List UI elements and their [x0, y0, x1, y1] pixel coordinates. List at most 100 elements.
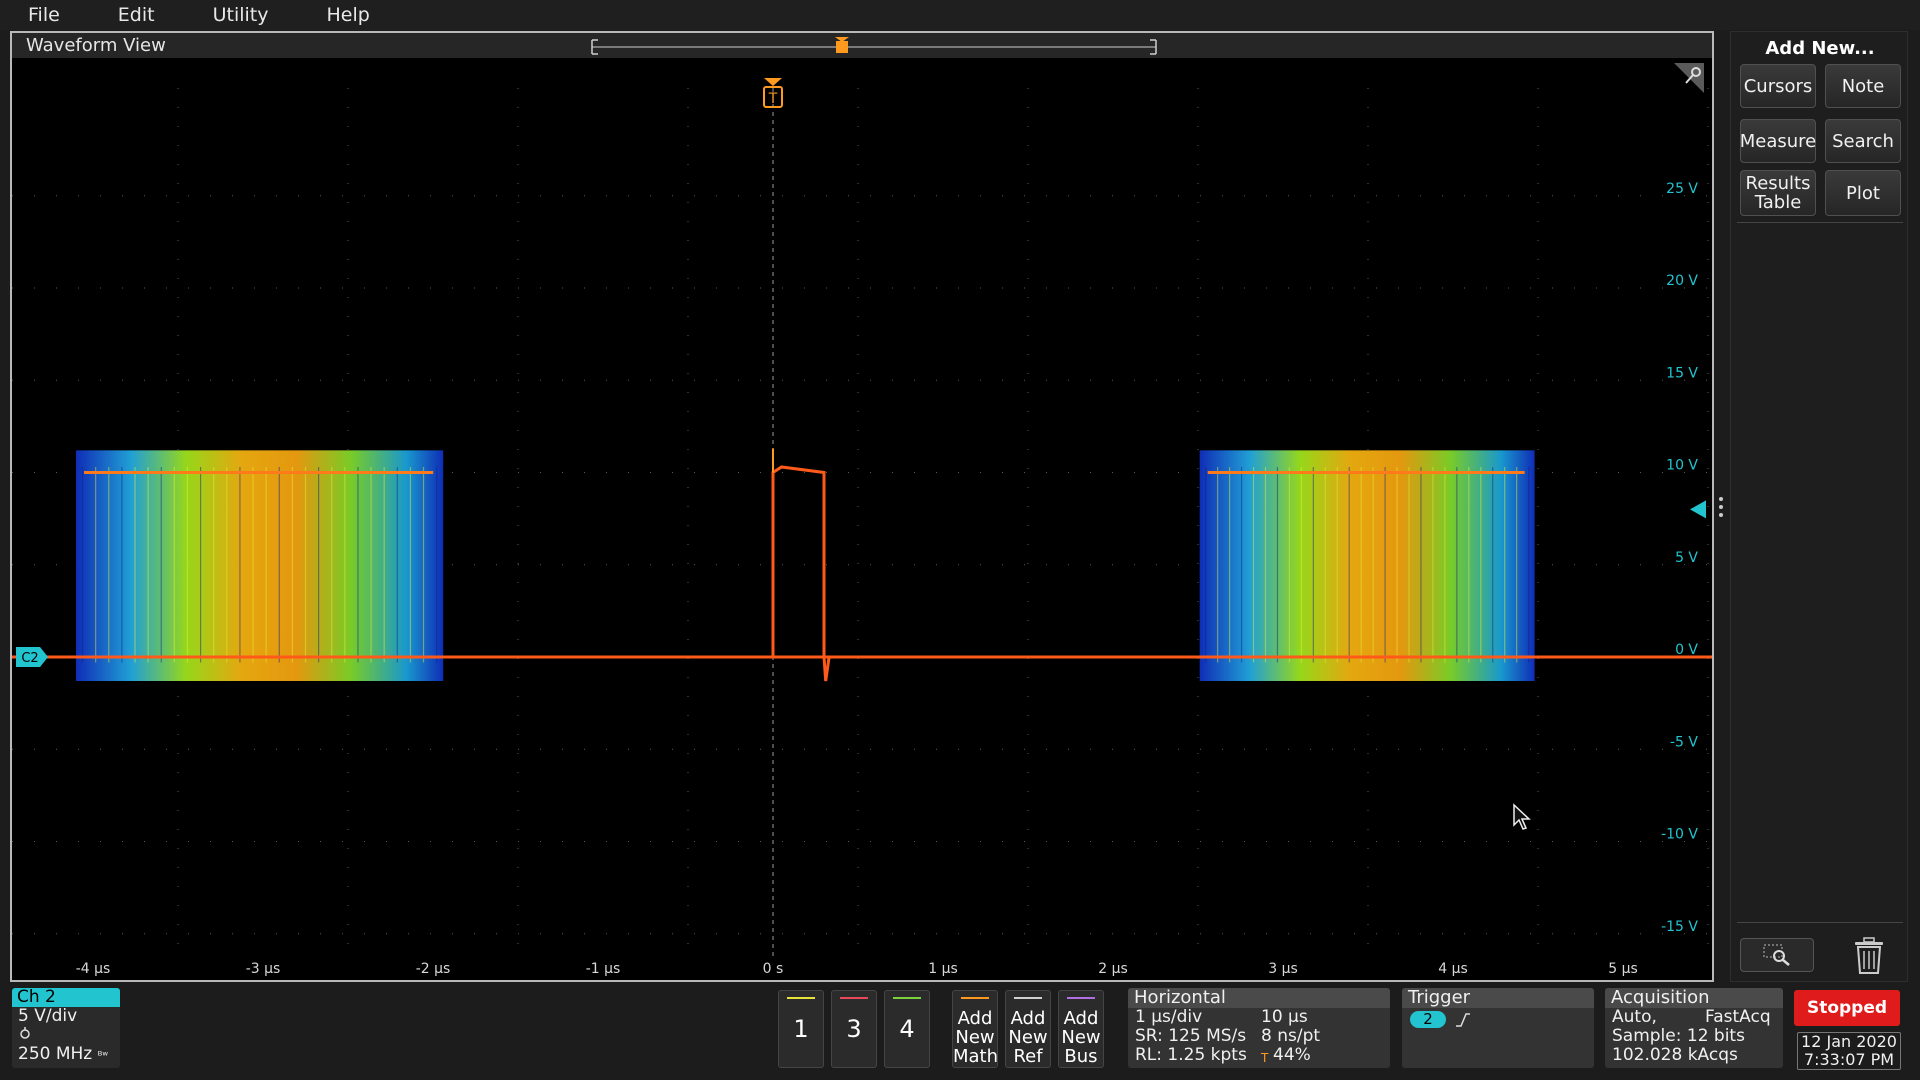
bus-color-bar [1067, 997, 1095, 999]
add-bus-line2: New [1061, 1027, 1101, 1048]
sample-rate: SR: 125 MS/s [1135, 1026, 1247, 1046]
x-tick-label: 1 µs [928, 961, 958, 977]
bandwidth-limit-icon: ᴮʷ [97, 1049, 109, 1062]
note-button[interactable]: Note [1825, 64, 1901, 108]
channel-1-label: 1 [793, 1015, 809, 1043]
trigger-marker-label: T [768, 91, 778, 107]
y-tick-label: 20 V [1666, 273, 1698, 289]
waveform-view[interactable]: Waveform View 25 V 20 V 15 V 10 V 5 V 0 V -5 V… [10, 31, 1723, 982]
y-tick-label: -15 V [1661, 919, 1698, 935]
x-tick-label: 4 µs [1438, 961, 1468, 977]
y-tick-label: -10 V [1661, 827, 1698, 843]
menu-help[interactable]: Help [314, 4, 381, 26]
x-tick-label: -3 µs [246, 961, 281, 977]
add-new-panel: Add New... Cursors Note Measure Search R… [1730, 31, 1908, 982]
rising-edge-icon [1456, 1013, 1470, 1027]
horizontal-badge[interactable]: Horizontal 1 µs/div 10 µs SR: 125 MS/s 8… [1128, 988, 1390, 1068]
time: 7:33:07 PM [1803, 1050, 1895, 1069]
acquisition-type: FastAcq [1705, 1007, 1771, 1027]
y-tick-label: 0 V [1675, 642, 1698, 658]
panel-resize-handle[interactable] [1718, 495, 1724, 523]
menu-utility[interactable]: Utility [201, 4, 281, 26]
add-ref-line2: New [1008, 1027, 1048, 1048]
horizontal-scale: 1 µs/div [1135, 1007, 1203, 1027]
probe-icon [12, 1026, 120, 1045]
math-color-bar [961, 997, 989, 999]
delete-button[interactable] [1845, 934, 1893, 978]
run-stop-button[interactable]: Stopped [1794, 990, 1900, 1026]
y-tick-label: 25 V [1666, 181, 1698, 197]
menu-bar: File Edit Utility Help [0, 0, 1920, 30]
zoom-button[interactable] [1740, 938, 1814, 972]
trigger-badge[interactable]: Trigger 2 [1402, 988, 1594, 1068]
horizontal-position: 10 µs [1261, 1007, 1308, 1027]
signal-bursts [76, 450, 1535, 681]
acquisition-badge[interactable]: Acquisition Auto, FastAcq Sample: 12 bit… [1605, 988, 1783, 1068]
menu-edit[interactable]: Edit [106, 4, 167, 26]
record-length: RL: 1.25 kpts [1135, 1045, 1247, 1065]
x-axis-labels: -4 µs -3 µs -2 µs -1 µs 0 s 1 µs 2 µs 3 µs 4 µs 5… [76, 961, 1638, 977]
add-new-bus-button[interactable]: Add New Bus [1058, 990, 1104, 1068]
trigger-marker-arrow [764, 78, 782, 86]
trash-icon [1855, 937, 1883, 974]
side-divider [1737, 222, 1903, 223]
add-math-line3: Math [953, 1046, 999, 1067]
results-table-button[interactable]: Results Table [1740, 170, 1816, 216]
zoom-icon [1763, 944, 1790, 966]
date: 12 Jan 2020 [1801, 1032, 1897, 1051]
record-overview-bar[interactable] [586, 37, 1162, 57]
add-new-title: Add New... [1765, 38, 1875, 59]
channel-4-label: 4 [899, 1015, 915, 1043]
trigger-pulse-trace [771, 465, 831, 682]
channel-2-badge[interactable]: Ch 2 5 V/div 250 MHz ᴮʷ [12, 988, 120, 1068]
y-tick-label: 15 V [1666, 365, 1698, 381]
x-tick-label: 3 µs [1268, 961, 1298, 977]
x-tick-label: 5 µs [1608, 961, 1638, 977]
channel-3-label: 3 [846, 1015, 862, 1043]
add-math-line2: New [955, 1027, 995, 1048]
burst-fill [1199, 450, 1535, 681]
channel-2-scale: 5 V/div [18, 1006, 78, 1026]
measure-button[interactable]: Measure [1740, 119, 1816, 163]
channel-2-bandwidth: 250 MHz [18, 1044, 93, 1064]
channel-2-bandwidth-row: 250 MHz ᴮʷ [12, 1045, 120, 1065]
channel-1-color-bar [787, 997, 815, 999]
y-axis-labels: 25 V 20 V 15 V 10 V 5 V 0 V -5 V -10 V -15 V [1661, 181, 1698, 935]
channel-2-marker: C2 [16, 647, 48, 667]
add-new-math-button[interactable]: Add New Math [952, 990, 998, 1068]
search-button[interactable]: Search [1825, 119, 1901, 163]
channel-1-button[interactable]: 1 [778, 990, 824, 1068]
add-bus-line1: Add [1063, 1008, 1099, 1029]
date-time-display[interactable]: 12 Jan 2020 7:33:07 PM [1797, 1032, 1901, 1070]
view-configure-icon[interactable] [1672, 61, 1706, 95]
trigger-source: 2 [1410, 1011, 1446, 1028]
acquisition-count: 102.028 kAcqs [1612, 1045, 1738, 1065]
x-tick-label: 0 s [763, 961, 784, 977]
x-tick-label: -1 µs [586, 961, 621, 977]
channel-4-color-bar [893, 997, 921, 999]
add-math-line1: Add [957, 1008, 993, 1029]
waveform-plot[interactable]: 25 V 20 V 15 V 10 V 5 V 0 V -5 V -10 V -15 V -4 … [12, 58, 1712, 980]
add-ref-line3: Ref [1013, 1046, 1043, 1067]
trigger-position-marker: T [763, 78, 783, 108]
trigger-position-icon: T [1261, 1051, 1269, 1065]
add-bus-line3: Bus [1064, 1046, 1098, 1067]
mouse-pointer-icon [1513, 803, 1531, 830]
menu-file[interactable]: File [16, 4, 72, 26]
ref-color-bar [1014, 997, 1042, 999]
burst [76, 450, 444, 681]
settings-bar: Ch 2 5 V/div 250 MHz ᴮʷ 1 3 4 Add New Ma… [0, 984, 1920, 1080]
waveform-view-title: Waveform View [26, 35, 166, 56]
add-new-ref-button[interactable]: Add New Ref [1005, 990, 1051, 1068]
channel-3-button[interactable]: 3 [831, 990, 877, 1068]
acquisition-mode: Auto, [1612, 1007, 1657, 1027]
channel-4-button[interactable]: 4 [884, 990, 930, 1068]
plot-button[interactable]: Plot [1825, 170, 1901, 216]
burst [1199, 450, 1535, 681]
y-tick-label: 5 V [1675, 550, 1698, 566]
cursors-button[interactable]: Cursors [1740, 64, 1816, 108]
channel-3-color-bar [840, 997, 868, 999]
x-tick-label: -2 µs [416, 961, 451, 977]
sample-bits: Sample: 12 bits [1612, 1026, 1745, 1046]
x-tick-label: 2 µs [1098, 961, 1128, 977]
